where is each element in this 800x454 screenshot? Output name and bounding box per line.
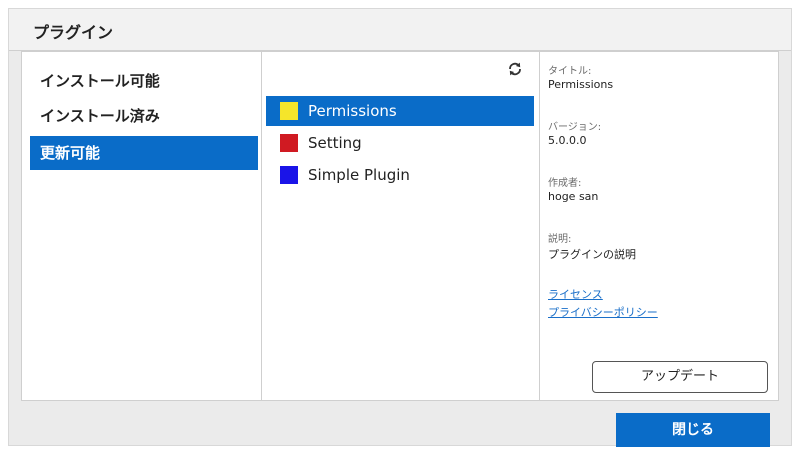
plugin-color-swatch [280, 102, 298, 120]
description-label: 説明: [548, 234, 572, 245]
category-pane: インストール可能 インストール済み 更新可能 [22, 52, 262, 400]
category-installed[interactable]: インストール済み [30, 99, 258, 133]
dialog-title: プラグイン [33, 23, 114, 42]
plugin-item-setting[interactable]: Setting [266, 128, 534, 158]
license-link[interactable]: ライセンス [548, 286, 603, 302]
category-updatable[interactable]: 更新可能 [30, 136, 258, 170]
close-button[interactable]: 閉じる [616, 413, 770, 447]
title-bar: プラグイン [9, 9, 791, 51]
plugin-dialog: プラグイン インストール可能 インストール済み 更新可能 Permissions… [8, 8, 792, 447]
version-label: バージョン: [548, 122, 602, 133]
plugin-details-pane: タイトル: Permissions バージョン: 5.0.0.0 作成者: ho… [540, 52, 778, 400]
plugin-name: Permissions [308, 102, 397, 120]
version-value: 5.0.0.0 [548, 134, 587, 147]
dialog-content: インストール可能 インストール済み 更新可能 Permissions Setti… [21, 51, 779, 401]
description-value: プラグインの説明 [548, 248, 636, 261]
plugin-name: Simple Plugin [308, 166, 410, 184]
title-label: タイトル: [548, 66, 592, 77]
refresh-icon[interactable] [506, 60, 524, 78]
plugin-color-swatch [280, 166, 298, 184]
plugin-item-simple-plugin[interactable]: Simple Plugin [266, 160, 534, 190]
plugin-name: Setting [308, 134, 362, 152]
update-button[interactable]: アップデート [592, 361, 768, 393]
plugin-item-permissions[interactable]: Permissions [266, 96, 534, 126]
author-value: hoge san [548, 190, 599, 203]
category-installable[interactable]: インストール可能 [30, 64, 258, 98]
plugin-list-pane: Permissions Setting Simple Plugin [262, 52, 540, 400]
privacy-policy-link[interactable]: プライバシーポリシー [548, 304, 658, 320]
author-label: 作成者: [548, 178, 582, 189]
plugin-color-swatch [280, 134, 298, 152]
title-value: Permissions [548, 78, 614, 91]
